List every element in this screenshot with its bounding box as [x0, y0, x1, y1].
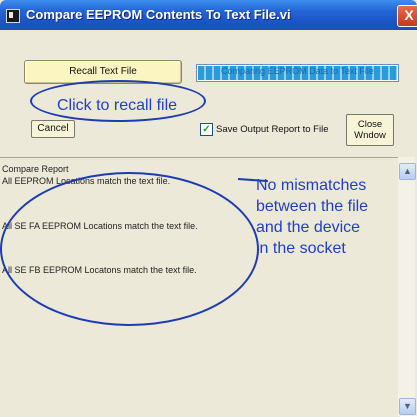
window-title: Compare EEPROM Contents To Text File.vi — [26, 7, 291, 22]
vi-window: Compare EEPROM Contents To Text File.vi … — [0, 0, 417, 417]
save-output-label: Save Output Report to File — [216, 124, 329, 135]
report-vertical-scrollbar[interactable]: ▲ ▼ — [398, 157, 416, 416]
scroll-up-arrow-icon[interactable]: ▲ — [399, 163, 416, 180]
compare-progress-bar: Comparing EEPROM Data to Text File — [196, 64, 399, 82]
save-output-checkbox[interactable]: ✓ — [200, 123, 213, 136]
close-window-label-line1: Close — [357, 119, 383, 130]
report-heading: Compare Report — [2, 164, 69, 174]
title-bar[interactable]: Compare EEPROM Contents To Text File.vi … — [0, 0, 417, 30]
annotation-ellipse-report — [0, 172, 259, 326]
annotation-report-line: in the socket — [256, 240, 346, 257]
cancel-button[interactable]: Cancel — [31, 120, 75, 138]
close-window-button[interactable]: Close Wndow — [346, 114, 394, 146]
close-window-label-line2: Wndow — [354, 130, 386, 141]
annotation-report-line: between the file — [256, 198, 369, 215]
close-window-x-button[interactable]: X — [397, 5, 417, 27]
annotation-report-text: No mismatches between the file and the d… — [256, 175, 368, 259]
scroll-down-arrow-icon[interactable]: ▼ — [399, 398, 416, 415]
annotation-report-line: and the device — [256, 219, 361, 236]
labview-vi-icon — [6, 9, 20, 23]
annotation-recall-text: Click to recall file — [57, 97, 178, 114]
progress-text: Comparing EEPROM Data to Text File — [221, 66, 374, 76]
annotation-report-line: No mismatches — [256, 177, 367, 194]
